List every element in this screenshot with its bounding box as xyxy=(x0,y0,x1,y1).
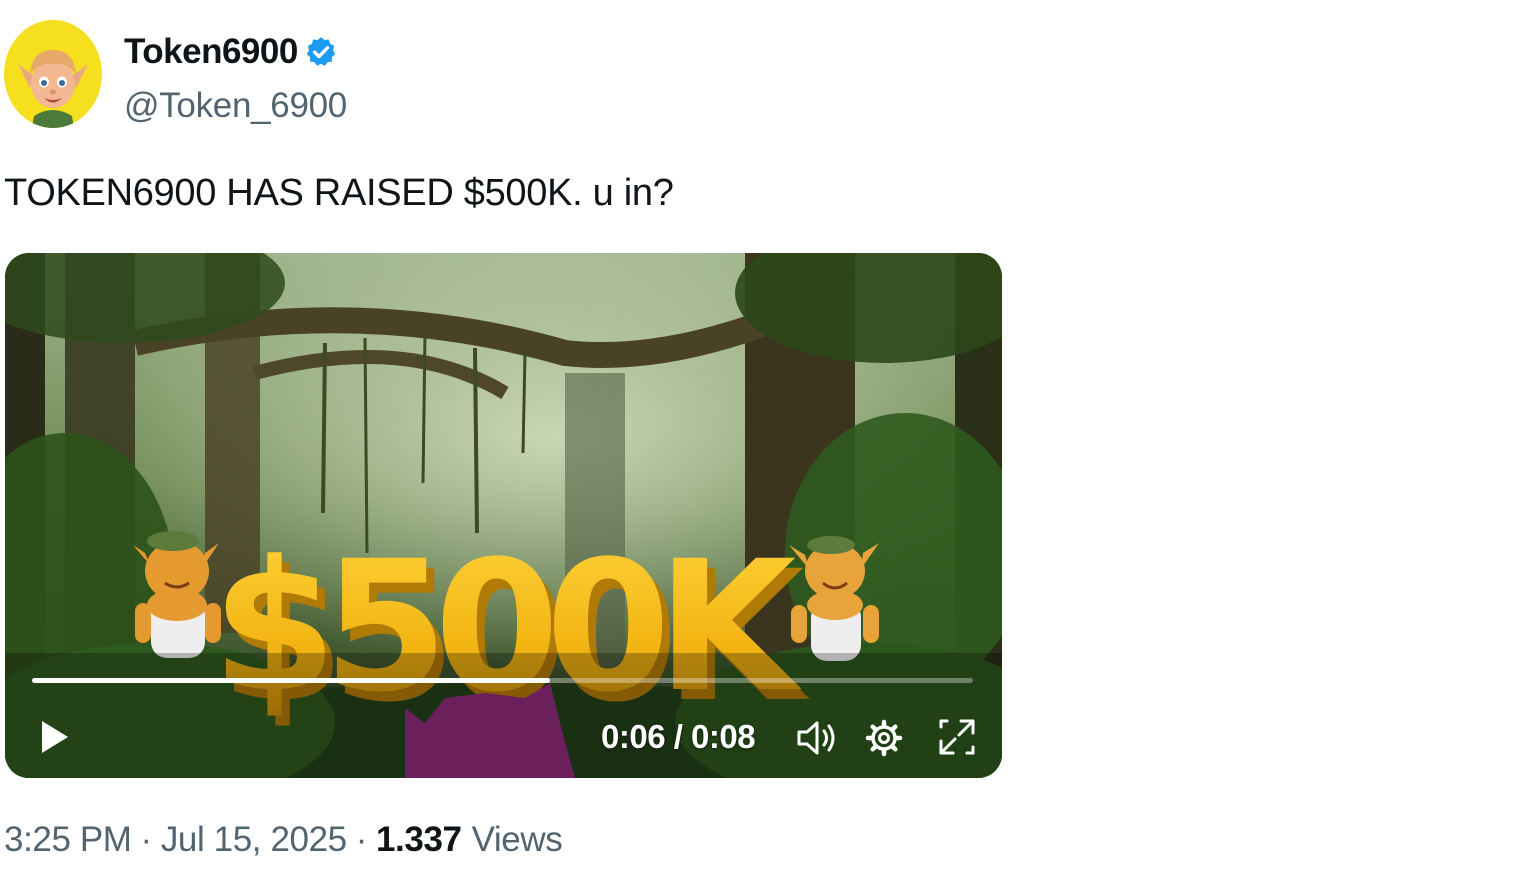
verified-badge-icon[interactable] xyxy=(304,35,338,69)
tweet-metadata: 3:25 PM · Jul 15, 2025 · 1.337 Views xyxy=(4,820,563,860)
video-frame-jungle-scene: $500K $500K xyxy=(5,253,1002,778)
video-progress-bar[interactable] xyxy=(32,678,973,683)
avatar[interactable] xyxy=(4,20,102,128)
volume-icon[interactable] xyxy=(795,718,839,758)
tweet-text: TOKEN6900 HAS RAISED $500K. u in? xyxy=(4,172,674,214)
views-label: Views xyxy=(471,820,563,859)
elf-character-avatar-icon xyxy=(18,50,88,128)
tweet-date[interactable]: Jul 15, 2025 xyxy=(161,820,347,860)
meta-separator: · xyxy=(140,820,153,859)
author-names: Token6900 @Token_6900 xyxy=(124,32,347,126)
views-count[interactable]: 1.337 xyxy=(376,820,462,860)
tweet-time[interactable]: 3:25 PM xyxy=(4,820,132,860)
play-icon[interactable] xyxy=(38,719,72,755)
video-time-display: 0:06 / 0:08 xyxy=(601,718,756,755)
meta-separator: · xyxy=(355,820,368,859)
video-progress-fill xyxy=(32,678,550,683)
display-name[interactable]: Token6900 xyxy=(124,32,298,72)
video-player[interactable]: $500K $500K 0:06 / 0:08 xyxy=(5,253,1002,778)
settings-gear-icon[interactable] xyxy=(865,719,903,757)
author-handle[interactable]: @Token_6900 xyxy=(124,86,347,126)
fullscreen-icon[interactable] xyxy=(937,717,977,757)
tweet-header: Token6900 @Token_6900 xyxy=(4,20,347,128)
display-name-row: Token6900 xyxy=(124,32,347,72)
